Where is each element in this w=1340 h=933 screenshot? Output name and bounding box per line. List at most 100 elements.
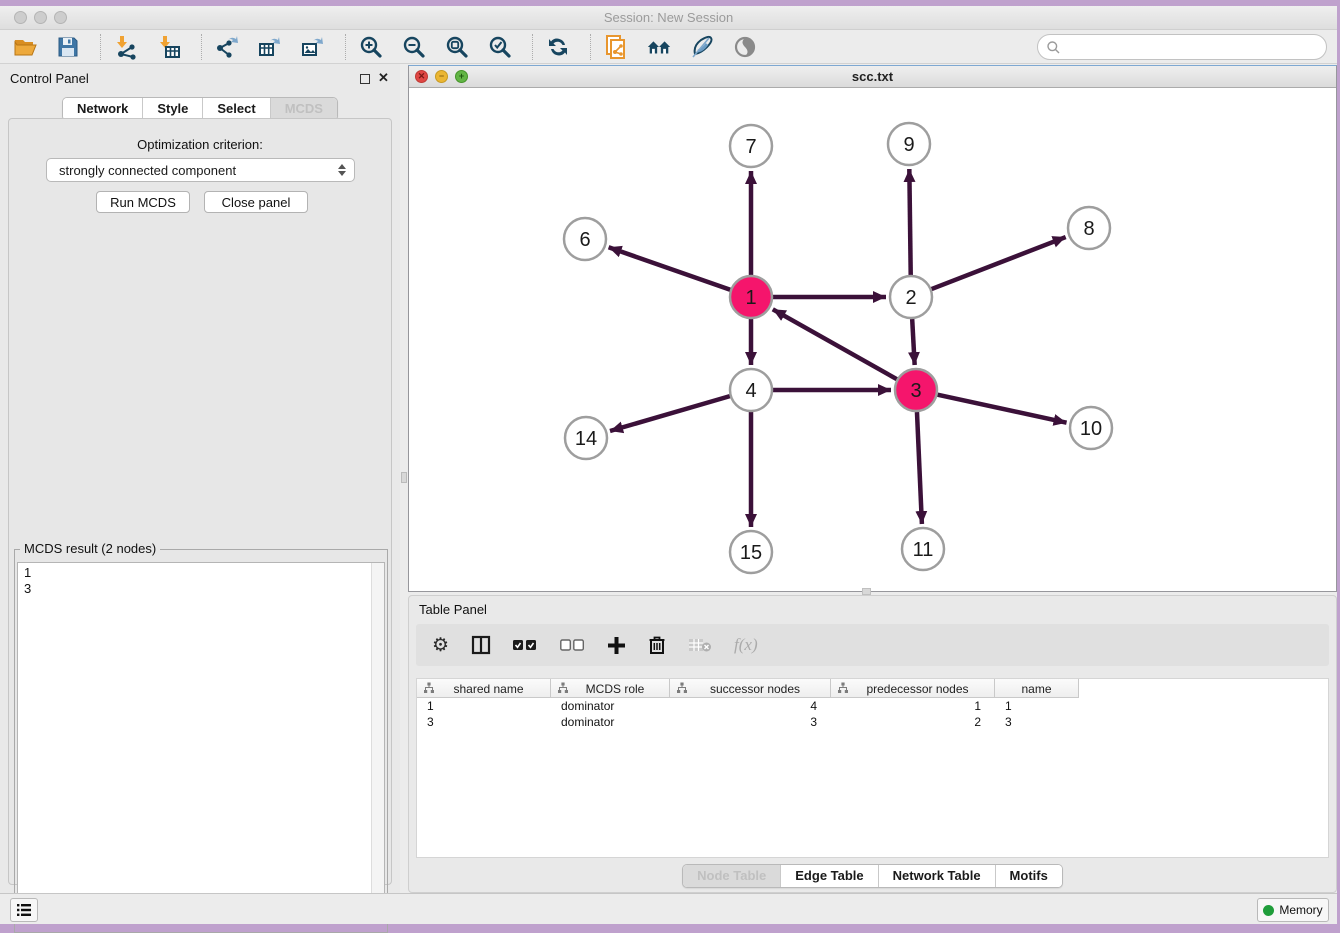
main-toolbar	[0, 30, 1337, 64]
zoom-in-icon[interactable]	[358, 34, 384, 60]
column-header-name[interactable]: name	[995, 679, 1079, 698]
column-header-predecessor-nodes[interactable]: predecessor nodes	[831, 679, 995, 698]
cell-name[interactable]: 1	[995, 698, 1079, 714]
export-table-icon[interactable]	[257, 34, 283, 60]
column-header-MCDS-role[interactable]: MCDS role	[551, 679, 670, 698]
zoom-fit-icon[interactable]	[444, 34, 470, 60]
graph-edge-3-11[interactable]	[917, 412, 922, 524]
mcds-result-textarea[interactable]: 1 3	[17, 562, 385, 923]
criterion-dropdown[interactable]: strongly connected component	[46, 158, 355, 182]
search-icon	[1046, 40, 1061, 55]
table-panel-title: Table Panel	[419, 602, 487, 617]
optimization-criterion-label: Optimization criterion:	[9, 137, 391, 152]
table-tabs: Node TableEdge TableNetwork TableMotifs	[682, 864, 1063, 888]
table-row[interactable]: 1dominator411	[417, 698, 1079, 714]
tab-node-table[interactable]: Node Table	[683, 865, 780, 887]
import-table-icon[interactable]	[156, 34, 182, 60]
graph-node-label-6: 6	[579, 229, 590, 251]
graph-edge-4-14[interactable]	[610, 396, 730, 431]
network-window-title: scc.txt	[409, 69, 1336, 84]
status-bar: Memory	[0, 893, 1337, 924]
criterion-value: strongly connected component	[59, 163, 338, 178]
vertical-splitter-grip[interactable]	[401, 472, 407, 483]
table-settings-icon[interactable]: ⚙	[432, 633, 449, 657]
graph-node-label-1: 1	[745, 287, 756, 309]
graph-node-label-15: 15	[740, 542, 762, 564]
network-graph: 7968124314101511	[409, 88, 1336, 591]
cell-MCDS-role[interactable]: dominator	[551, 714, 670, 730]
cell-successor-nodes[interactable]: 4	[670, 698, 831, 714]
refresh-layout-icon[interactable]	[545, 34, 571, 60]
graph-edge-2-8[interactable]	[932, 237, 1066, 289]
graph-edge-1-6[interactable]	[609, 247, 731, 289]
tab-network[interactable]: Network	[63, 98, 142, 120]
tab-edge-table[interactable]: Edge Table	[780, 865, 877, 887]
graph-edge-3-1[interactable]	[773, 309, 897, 379]
first-neighbors-icon[interactable]	[646, 34, 672, 60]
open-file-icon[interactable]	[12, 34, 38, 60]
toolbar-separator	[590, 34, 591, 60]
cell-name[interactable]: 3	[995, 714, 1079, 730]
run-mcds-button[interactable]: Run MCDS	[96, 191, 190, 213]
graph-edge-3-10[interactable]	[937, 395, 1066, 423]
mcds-result-title: MCDS result (2 nodes)	[20, 541, 160, 556]
dropdown-chevrons-icon	[338, 164, 346, 176]
search-input[interactable]	[1061, 37, 1326, 57]
deselect-all-icon[interactable]	[560, 633, 585, 657]
graph-edge-2-9[interactable]	[909, 169, 910, 275]
delete-row-icon[interactable]	[648, 633, 666, 657]
horizontal-splitter-grip[interactable]	[862, 588, 871, 595]
toolbar-separator	[100, 34, 101, 60]
save-session-icon[interactable]	[55, 34, 81, 60]
select-all-icon[interactable]	[513, 633, 538, 657]
show-hide-icon[interactable]	[732, 34, 758, 60]
function-builder-icon[interactable]: f(x)	[734, 633, 758, 657]
float-panel-icon[interactable]	[360, 74, 370, 84]
zoom-out-icon[interactable]	[401, 34, 427, 60]
window-title: Session: New Session	[0, 10, 1337, 25]
zoom-selected-icon[interactable]	[487, 34, 513, 60]
clone-network-icon[interactable]	[603, 34, 629, 60]
node-table: shared nameMCDS rolesuccessor nodesprede…	[416, 678, 1329, 858]
add-row-icon[interactable]	[607, 633, 626, 657]
delete-table-icon[interactable]	[688, 633, 712, 657]
memory-status-icon	[1263, 905, 1274, 916]
result-scrollbar[interactable]	[371, 563, 384, 922]
network-canvas[interactable]: 7968124314101511	[409, 88, 1336, 591]
export-network-icon[interactable]	[214, 34, 240, 60]
tab-select[interactable]: Select	[202, 98, 269, 120]
tab-network-table[interactable]: Network Table	[878, 865, 995, 887]
toolbar-separator	[532, 34, 533, 60]
cell-shared-name[interactable]: 1	[417, 698, 551, 714]
tab-motifs[interactable]: Motifs	[995, 865, 1062, 887]
search-box[interactable]	[1037, 34, 1327, 60]
close-panel-icon[interactable]: ✕	[378, 73, 389, 83]
memory-button[interactable]: Memory	[1257, 898, 1329, 922]
cell-predecessor-nodes[interactable]: 1	[831, 698, 995, 714]
cell-predecessor-nodes[interactable]: 2	[831, 714, 995, 730]
column-header-shared-name[interactable]: shared name	[417, 679, 551, 698]
tab-mcds[interactable]: MCDS	[270, 98, 337, 120]
table-panel: Table Panel ✕ ⚙ f(x) shared nameMCDS rol…	[408, 595, 1337, 893]
graph-node-label-10: 10	[1080, 418, 1102, 440]
table-header-row: shared nameMCDS rolesuccessor nodesprede…	[417, 679, 1079, 698]
export-image-icon[interactable]	[300, 34, 326, 60]
apply-style-icon[interactable]	[689, 34, 715, 60]
window-titlebar: Session: New Session	[0, 6, 1337, 30]
control-panel-title: Control Panel	[10, 71, 89, 86]
control-panel: Control Panel ✕ NetworkStyleSelectMCDS O…	[0, 64, 400, 893]
graph-edge-2-3[interactable]	[912, 319, 914, 365]
table-row[interactable]: 3dominator323	[417, 714, 1079, 730]
column-visibility-icon[interactable]	[471, 633, 491, 657]
graph-node-label-4: 4	[745, 380, 756, 402]
memory-label: Memory	[1279, 903, 1322, 917]
graph-node-label-9: 9	[903, 134, 914, 156]
close-panel-button[interactable]: Close panel	[204, 191, 308, 213]
cell-successor-nodes[interactable]: 3	[670, 714, 831, 730]
task-history-button[interactable]	[10, 898, 38, 922]
cell-MCDS-role[interactable]: dominator	[551, 698, 670, 714]
cell-shared-name[interactable]: 3	[417, 714, 551, 730]
tab-style[interactable]: Style	[142, 98, 202, 120]
column-header-successor-nodes[interactable]: successor nodes	[670, 679, 831, 698]
import-network-icon[interactable]	[113, 34, 139, 60]
